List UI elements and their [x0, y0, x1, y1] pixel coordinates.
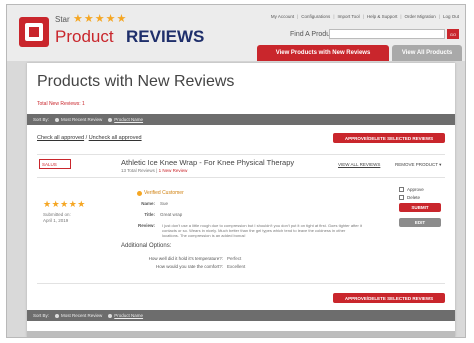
link-my-account[interactable]: My Account	[271, 14, 294, 19]
product-thumbnail[interactable]: SALUS	[39, 159, 71, 169]
view-all-reviews-link[interactable]: VIEW ALL REVIEWS	[338, 162, 380, 167]
top-bar: Star ★★★★★ Product REVIEWS My Account | C…	[7, 5, 465, 61]
verified-icon	[137, 190, 142, 196]
rating-stars-icon: ★★★★★	[43, 199, 86, 209]
uncheck-all-link[interactable]: Uncheck all approved	[89, 135, 142, 141]
product-name[interactable]: Athletic Ice Knee Wrap - For Knee Physic…	[121, 158, 294, 167]
link-help-support[interactable]: Help & Support	[367, 14, 398, 19]
logo[interactable]: Star ★★★★★ Product REVIEWS	[19, 13, 204, 51]
main-panel: Products with New Reviews Total New Revi…	[27, 63, 455, 337]
review-body-text: I just don't use a little rough due to c…	[162, 223, 362, 238]
logo-badge-icon	[19, 17, 49, 47]
approve-delete-button-bottom[interactable]: APPROVE/DELETE SELECTED REVIEWS	[333, 293, 445, 303]
additional-options-title: Additional Options:	[121, 243, 172, 249]
check-links: Check all approved / Uncheck all approve…	[37, 135, 142, 141]
sort-option-recent[interactable]: Most Recent Review	[55, 117, 102, 122]
verified-customer-badge: Verified Customer	[137, 190, 184, 196]
sort-label: Sort By:	[33, 313, 50, 318]
edit-button[interactable]: EDIT	[399, 218, 441, 227]
submitted-info: Submitted on: April 1, 2019	[43, 212, 71, 223]
product-row: SALUS Athletic Ice Knee Wrap - For Knee …	[37, 154, 445, 178]
approve-delete-button-top[interactable]: APPROVE/DELETE SELECTED REVIEWS	[333, 133, 445, 143]
sort-option-name[interactable]: Product Name	[108, 117, 143, 122]
page-title: Products with New Reviews	[37, 73, 235, 90]
radio-icon	[55, 313, 60, 318]
remove-product-dropdown[interactable]: REMOVE PRODUCT ▾	[395, 162, 441, 168]
screenshot-frame: Star ★★★★★ Product REVIEWS My Account | C…	[6, 4, 466, 338]
check-all-link[interactable]: Check all approved	[37, 135, 84, 141]
logo-reviews-text: REVIEWS	[126, 27, 205, 46]
tab-new-reviews[interactable]: View Products with New Reviews	[257, 45, 389, 61]
top-links: My Account | Configurations | Import Tool |…	[270, 14, 459, 19]
radio-icon	[55, 117, 60, 122]
sort-option-recent[interactable]: Most Recent Review	[55, 313, 102, 318]
review-meta: ★★★★★ Submitted on: April 1, 2019	[43, 199, 86, 224]
link-order-migration[interactable]: Order Migration	[405, 14, 436, 19]
product-review-counts: 13 Total Reviews | 1 New Review	[121, 168, 188, 173]
sort-option-name[interactable]: Product Name	[108, 313, 143, 318]
sort-bar-top: Sort By: Most Recent Review Product Name	[27, 114, 455, 125]
submit-button[interactable]: SUBMIT	[399, 203, 441, 212]
delete-checkbox[interactable]	[399, 195, 404, 200]
sort-label: Sort By:	[33, 117, 50, 122]
find-product-input[interactable]	[329, 29, 445, 39]
radio-icon	[108, 313, 113, 318]
link-log-out[interactable]: Log Out	[443, 14, 459, 19]
logo-product-text: Product	[55, 27, 114, 46]
logo-stars-icon: ★★★★★	[73, 13, 128, 25]
divider	[37, 283, 445, 284]
approve-checkbox-row[interactable]: Approve	[399, 187, 445, 192]
link-configurations[interactable]: Configurations	[301, 14, 330, 19]
link-import-tool[interactable]: Import Tool	[337, 14, 359, 19]
radio-icon	[108, 117, 113, 122]
footer-bar	[27, 331, 455, 337]
delete-checkbox-row[interactable]: Delete	[399, 195, 445, 200]
logo-star-label: Star	[55, 15, 70, 24]
tab-all-products[interactable]: View All Products	[392, 45, 462, 61]
total-new-reviews: Total New Reviews: 1	[37, 101, 85, 107]
approve-checkbox[interactable]	[399, 187, 404, 192]
review-actions: Approve Delete SUBMIT EDIT	[399, 187, 445, 227]
sort-bar-bottom: Sort By: Most Recent Review Product Name	[27, 310, 455, 321]
find-product-go-button[interactable]: GO	[447, 29, 459, 39]
